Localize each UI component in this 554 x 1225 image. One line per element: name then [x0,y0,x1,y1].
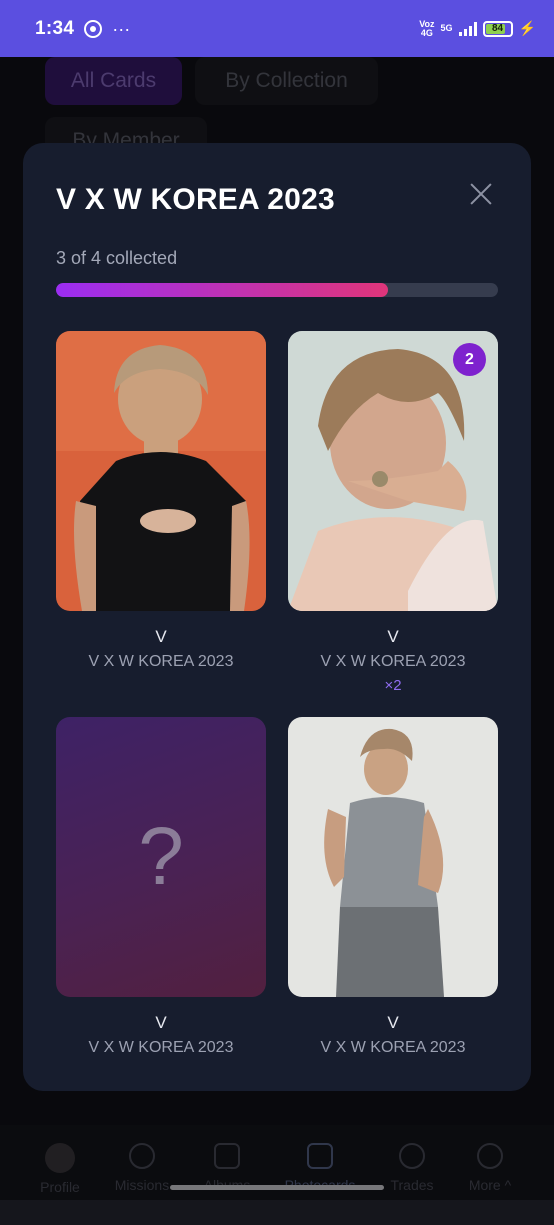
photocard-image[interactable] [56,331,266,611]
photocard-item[interactable]: V V X W KOREA 2023 [56,331,266,671]
photocard-placeholder[interactable]: ? [56,717,266,997]
collection-modal: V X W KOREA 2023 3 of 4 collected V V X … [23,143,531,1091]
card-member-name: V [155,1013,167,1032]
photocard-item[interactable]: V V X W KOREA 2023 [288,717,498,1057]
photocard-item-missing[interactable]: ? V V X W KOREA 2023 [56,717,266,1057]
progress-fill [56,283,388,297]
photocard-image[interactable] [288,717,498,997]
charging-icon: ⚡ [518,20,536,36]
photocard-image[interactable]: 2 [288,331,498,611]
network-label: Voz 4G [419,18,435,38]
card-collection-name: V X W KOREA 2023 [88,1039,234,1056]
modal-title: V X W KOREA 2023 [56,183,335,216]
photocard-photo [288,717,498,997]
card-duplicate-count: ×2 [384,677,402,694]
network-5g-label: 5G [440,23,453,33]
card-collection-name: V X W KOREA 2023 [88,653,234,670]
status-indicators: Voz 4G 5G 84 ⚡ [419,18,536,38]
progress-label: 3 of 4 collected [56,248,178,268]
status-time: 1:34 [35,17,75,39]
card-collection-name: V X W KOREA 2023 [320,1039,466,1056]
whatsapp-icon [84,19,103,38]
photocard-item[interactable]: 2 V V X W KOREA 2023 ×2 [288,331,498,694]
close-icon[interactable] [466,179,496,209]
card-collection-name: V X W KOREA 2023 [320,653,466,670]
signal-icon [458,21,477,36]
question-mark-icon: ? [138,811,184,902]
card-member-name: V [387,627,399,646]
battery-level: 84 [492,23,504,34]
progress-bar [56,283,498,297]
duplicate-count-badge: 2 [453,343,486,376]
status-bar: 1:34 ··· Voz 4G 5G 84 ⚡ [0,0,554,57]
battery-icon: 84 [482,20,513,37]
more-notifications-icon: ··· [112,18,131,39]
photocard-photo [56,331,266,611]
card-member-name: V [387,1013,399,1032]
card-member-name: V [155,627,167,646]
